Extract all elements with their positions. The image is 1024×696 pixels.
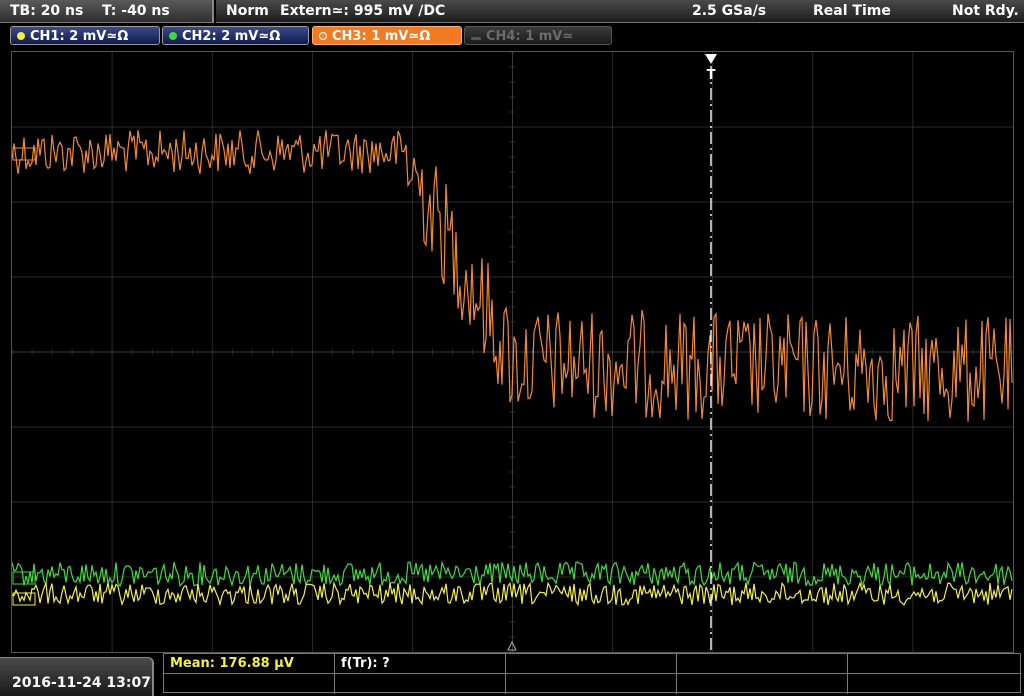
trigger-arrow-icon[interactable] bbox=[705, 54, 717, 64]
channel-bar: CH1: 2 mV≃Ω CH2: 2 mV≃Ω CH3: 1 mV≃Ω CH4:… bbox=[0, 26, 1024, 48]
measurement-cell-4[interactable] bbox=[677, 654, 848, 673]
measurement-cell-7[interactable] bbox=[506, 674, 677, 694]
bottom-bar: 2016-11-24 13:07 Mean: 176.88 µV f(Tr): … bbox=[0, 653, 1024, 696]
measurement-row-2 bbox=[164, 673, 1020, 694]
ch4-label: CH4: 1 mV≃ bbox=[486, 29, 574, 44]
ch2-button[interactable]: CH2: 2 mV≃Ω bbox=[162, 26, 309, 45]
measurement-cell-8[interactable] bbox=[677, 674, 848, 694]
ch3-label: CH3: 1 mV≃Ω bbox=[332, 29, 431, 44]
ch3-dot-icon bbox=[319, 32, 327, 40]
ch2-label: CH2: 2 mV≃Ω bbox=[182, 29, 281, 44]
trigger-panel[interactable]: Norm Extern≃: 995 mV ∕DC 2.5 GSa/s Real … bbox=[216, 0, 1024, 23]
datetime-panel: 2016-11-24 13:07 bbox=[0, 657, 154, 696]
measurement-cell-3[interactable] bbox=[506, 654, 677, 673]
trigger-state-label: Not Rdy. bbox=[952, 3, 1019, 19]
measurement-cell-ftr[interactable]: f(Tr): ? bbox=[335, 654, 506, 673]
measurement-panel[interactable]: Mean: 176.88 µV f(Tr): ? bbox=[163, 653, 1021, 694]
measurement-cell-mean[interactable]: Mean: 176.88 µV bbox=[164, 654, 335, 673]
ch1-dot-icon bbox=[17, 32, 25, 40]
mean-measurement: Mean: 176.88 µV bbox=[170, 656, 294, 671]
trigger-marker-label: T bbox=[707, 68, 716, 83]
ch4-dash-icon bbox=[471, 37, 481, 40]
ftr-measurement: f(Tr): ? bbox=[341, 656, 390, 671]
waveform-display[interactable]: T bbox=[11, 51, 1014, 653]
ch2-dot-icon bbox=[169, 32, 177, 40]
acquisition-mode-label[interactable]: Real Time bbox=[813, 3, 891, 19]
grid bbox=[12, 52, 1013, 652]
ch1-button[interactable]: CH1: 2 mV≃Ω bbox=[10, 26, 160, 45]
trigger-mode-label[interactable]: Norm bbox=[226, 3, 269, 19]
trigger-time-label[interactable]: T: -40 ns bbox=[102, 3, 170, 19]
ch3-button[interactable]: CH3: 1 mV≃Ω bbox=[312, 26, 462, 45]
ch4-button[interactable]: CH4: 1 mV≃ bbox=[464, 26, 612, 45]
status-bar: TB: 20 ns T: -40 ns Norm Extern≃: 995 mV… bbox=[0, 0, 1024, 24]
timebase-panel[interactable]: TB: 20 ns T: -40 ns bbox=[0, 0, 214, 23]
waveform-svg: T bbox=[12, 52, 1013, 652]
timebase-label[interactable]: TB: 20 ns bbox=[10, 3, 83, 19]
trigger-source-label[interactable]: Extern≃: 995 mV ∕DC bbox=[280, 3, 445, 19]
measurement-cell-6[interactable] bbox=[335, 674, 506, 694]
ch1-label: CH1: 2 mV≃Ω bbox=[30, 29, 129, 44]
measurement-cell-5[interactable] bbox=[164, 674, 335, 694]
datetime-label: 2016-11-24 13:07 bbox=[12, 675, 151, 691]
sample-rate-label[interactable]: 2.5 GSa/s bbox=[692, 3, 766, 19]
